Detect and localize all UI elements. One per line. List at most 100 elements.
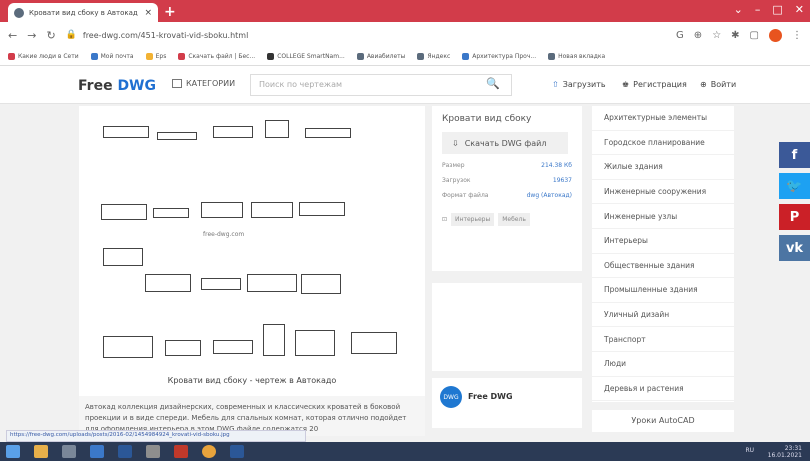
category-item[interactable]: Жилые здания: [592, 155, 734, 180]
maximize-button[interactable]: □: [772, 3, 782, 16]
new-tab-button[interactable]: +: [164, 4, 176, 20]
categories-button[interactable]: КАТЕГОРИИ: [172, 79, 235, 88]
system-tray[interactable]: 23:31 16.01.2021: [768, 445, 802, 459]
tab-bar: Кровати вид сбоку в Автокад × + ⌄ – □ ✕: [0, 0, 810, 22]
social-widget[interactable]: DWG Free DWG: [432, 378, 582, 428]
category-item[interactable]: Промышленные здания: [592, 278, 734, 303]
bed-drawing: [295, 330, 335, 356]
language-indicator[interactable]: RU: [745, 447, 754, 454]
tag-furniture[interactable]: Мебель: [498, 213, 530, 226]
category-item[interactable]: Люди: [592, 352, 734, 377]
facebook-share-button[interactable]: f: [779, 142, 810, 168]
bed-drawing: [103, 248, 143, 266]
format-label: Формат файла: [442, 192, 489, 199]
bed-drawing: [165, 340, 201, 356]
menu-icon[interactable]: ⋮: [792, 30, 802, 41]
search-icon[interactable]: 🔍: [486, 77, 500, 90]
word2-icon[interactable]: [230, 445, 244, 458]
bookmark-favicon-icon: [356, 53, 364, 60]
register-link[interactable]: ♚ Регистрация: [622, 80, 687, 89]
back-icon[interactable]: ←: [8, 29, 17, 42]
category-item[interactable]: Архитектурные элементы: [592, 106, 734, 131]
bookmark-favicon-icon: [462, 53, 470, 60]
bed-drawing: [145, 274, 191, 292]
category-item[interactable]: Транспорт: [592, 327, 734, 352]
search-input[interactable]: Поиск по чертежам: [250, 74, 512, 96]
bookmark-item[interactable]: Архитектура Проч...: [462, 53, 536, 60]
upload-icon: ⇧: [552, 80, 559, 89]
dwg-preview-image[interactable]: [95, 112, 411, 374]
browser-tab[interactable]: Кровати вид сбоку в Автокад ×: [8, 3, 158, 22]
category-item[interactable]: Уличный дизайн: [592, 303, 734, 328]
site-favicon-icon: [14, 7, 24, 18]
category-item[interactable]: Городское планирование: [592, 131, 734, 156]
bookmark-favicon-icon: [8, 53, 15, 60]
word-icon[interactable]: [118, 445, 132, 458]
download-button[interactable]: ⇩ Скачать DWG файл: [442, 132, 568, 154]
autocad-icon[interactable]: [174, 445, 188, 458]
bookmark-item[interactable]: Авиабилеты: [356, 53, 405, 60]
twitter-share-button[interactable]: 🐦: [779, 173, 810, 199]
bookmark-item[interactable]: Яндекс: [417, 53, 450, 60]
bed-drawing: [157, 132, 197, 140]
format-value[interactable]: dwg (Автокад): [527, 192, 572, 199]
size-value: 214.38 Кб: [541, 162, 572, 169]
bed-drawing: [213, 340, 253, 354]
autocad-lessons-link[interactable]: Уроки AutoCAD: [592, 410, 734, 432]
tab-title: Кровати вид сбоку в Автокад: [29, 8, 138, 17]
bookmark-item[interactable]: Скачать файл | Бес...: [178, 53, 255, 60]
size-label: Размер: [442, 162, 465, 169]
lock-icon[interactable]: 🔒: [66, 30, 77, 40]
watermark: free-dwg.com: [203, 231, 245, 238]
bookmark-label: Новая вкладка: [558, 53, 606, 60]
tag-icon: ⊡: [442, 216, 448, 223]
tab-grid-icon[interactable]: ▢: [750, 30, 759, 41]
category-item[interactable]: Инженерные узлы: [592, 204, 734, 229]
site-header: Free DWG КАТЕГОРИИ Поиск по чертежам 🔍 ⇧…: [0, 66, 810, 104]
category-item[interactable]: Инженерные сооружения: [592, 180, 734, 205]
downloads-row: Загрузок 19637: [442, 177, 572, 184]
category-item[interactable]: Деревья и растения: [592, 377, 734, 402]
extensions-icon[interactable]: ✱: [731, 30, 739, 41]
site-logo[interactable]: Free DWG: [78, 78, 156, 94]
app-icon[interactable]: [90, 445, 104, 458]
bookmark-star-icon[interactable]: ☆: [712, 30, 721, 41]
profile-avatar[interactable]: [769, 28, 782, 42]
tray-date: 16.01.2021: [767, 452, 802, 459]
install-icon[interactable]: ⊕: [694, 30, 702, 41]
bed-drawing: [305, 128, 351, 138]
bookmark-label: Eps: [155, 53, 167, 60]
bookmark-item[interactable]: Новая вкладка: [548, 53, 605, 60]
bed-drawing: [265, 120, 289, 138]
start-icon[interactable]: [6, 445, 20, 458]
tag-interiors[interactable]: Интерьеры: [451, 213, 495, 226]
calculator-icon[interactable]: [62, 445, 76, 458]
forward-icon[interactable]: →: [27, 29, 36, 42]
bookmark-item[interactable]: Eps: [145, 53, 167, 60]
size-row: Размер 214.38 Кб: [442, 162, 572, 169]
tray-time: 23:31: [784, 445, 802, 452]
pinterest-share-button[interactable]: P: [779, 204, 810, 230]
minimize-button[interactable]: –: [755, 3, 761, 16]
tab-close-icon[interactable]: ×: [144, 8, 152, 18]
bookmark-item[interactable]: Какие люди в Сети: [8, 53, 79, 60]
url-field[interactable]: 🔒 free-dwg.com/451-krovati-vid-sboku.htm…: [66, 25, 666, 45]
category-item[interactable]: Общественные здания: [592, 254, 734, 279]
bookmark-item[interactable]: COLLEGE SmartNam...: [267, 53, 345, 60]
chrome-icon[interactable]: [202, 445, 216, 458]
file-explorer-icon[interactable]: [34, 445, 48, 458]
app2-icon[interactable]: [146, 445, 160, 458]
close-window-button[interactable]: ✕: [795, 3, 804, 16]
logo-dwg: DWG: [117, 78, 156, 94]
upload-link[interactable]: ⇧ Загрузить: [552, 80, 606, 89]
vk-share-button[interactable]: vk: [779, 235, 810, 261]
download-label: Скачать DWG файл: [464, 138, 547, 148]
bookmark-item[interactable]: Мой почта: [90, 53, 134, 60]
login-link[interactable]: ⊕ Войти: [700, 80, 736, 89]
bookmark-favicon-icon: [90, 53, 98, 60]
reload-icon[interactable]: ↻: [46, 29, 55, 42]
tab-search-icon[interactable]: ⌄: [734, 3, 743, 16]
bed-drawing: [213, 126, 253, 138]
translate-icon[interactable]: G: [676, 30, 684, 41]
category-item[interactable]: Интерьеры: [592, 229, 734, 254]
